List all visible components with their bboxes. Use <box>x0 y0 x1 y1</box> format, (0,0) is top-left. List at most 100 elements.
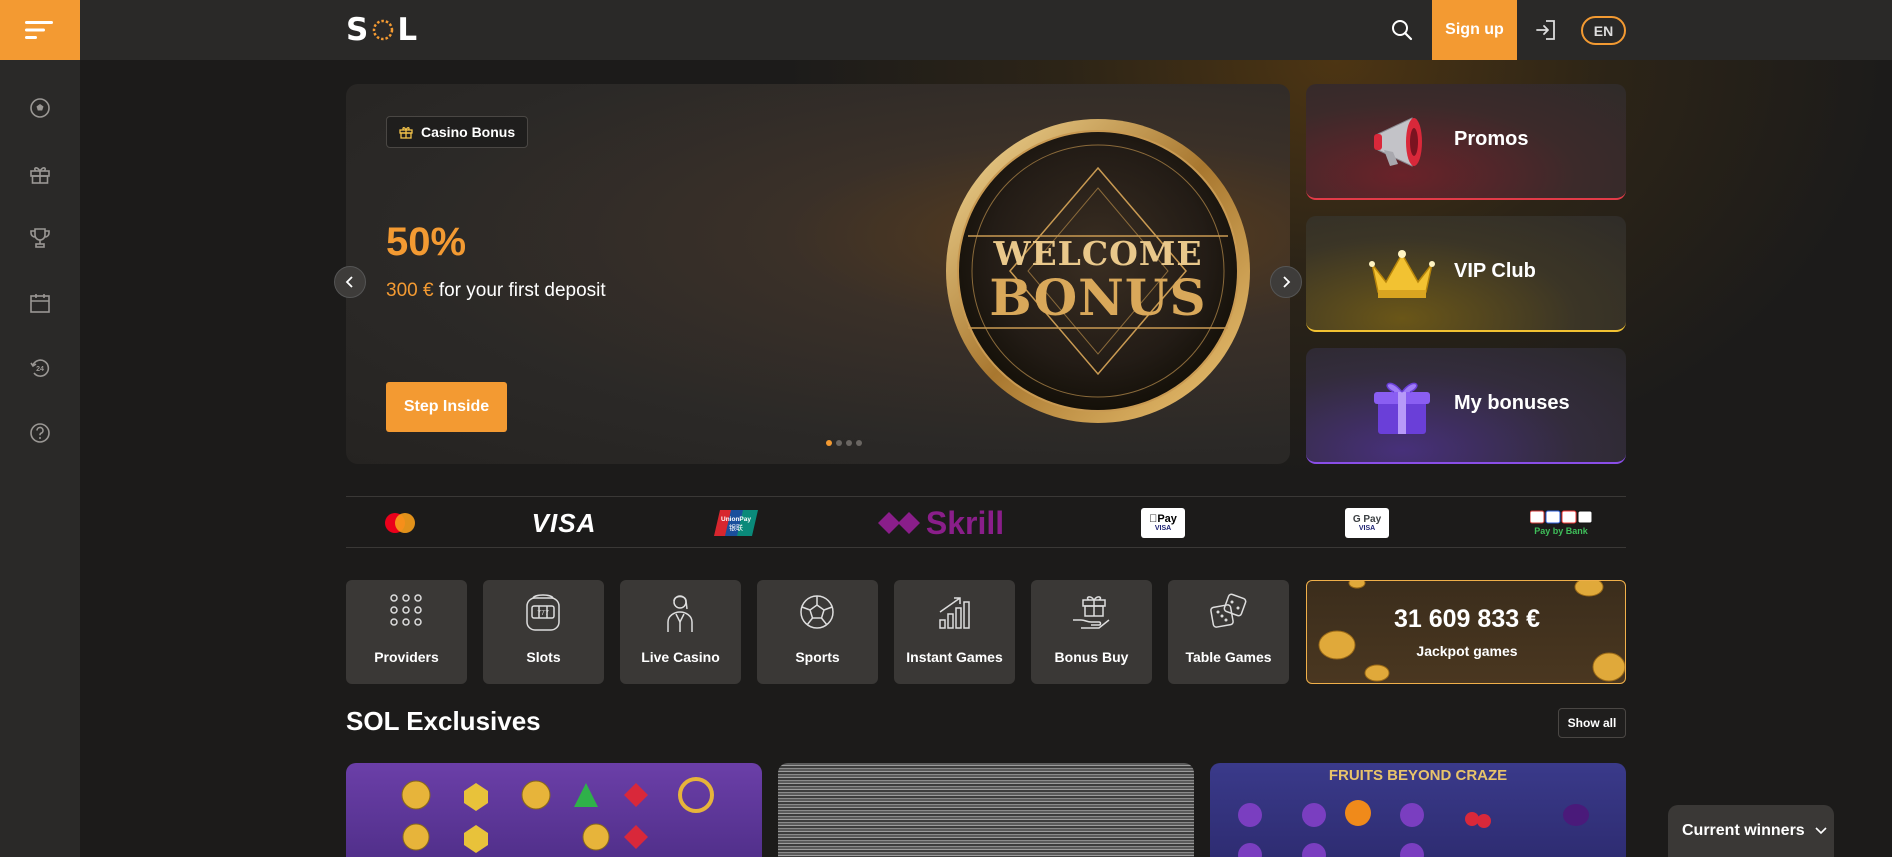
category-label: Table Games <box>1185 649 1272 665</box>
carousel-dot-4[interactable] <box>856 440 862 446</box>
hamburger-icon <box>25 21 53 39</box>
jackpot-games-tile[interactable]: 31 609 833 € Jackpot games <box>1306 580 1626 684</box>
signup-button[interactable]: Sign up <box>1432 0 1517 60</box>
chevron-right-icon <box>1283 276 1291 288</box>
rail-help[interactable] <box>24 417 56 449</box>
skrill-diamond-icon <box>877 512 920 534</box>
rail-tournaments[interactable] <box>24 222 56 254</box>
apple-pay-visa-text: VISA <box>1154 525 1172 532</box>
game-title: FRUITS BEYOND CRAZE <box>1328 767 1508 784</box>
carousel-prev-button[interactable] <box>334 266 366 298</box>
coin-line-bonus: BONUS <box>989 268 1207 327</box>
game-card[interactable] <box>778 763 1194 857</box>
promos-tile[interactable]: Promos <box>1306 84 1626 200</box>
trophy-icon <box>30 228 50 248</box>
grid-dots-icon <box>390 594 422 626</box>
bank-brands-icon <box>1530 510 1592 524</box>
svg-text:777: 777 <box>537 610 549 617</box>
google-pay-logo: G Pay VISA <box>1344 505 1390 541</box>
gift-hand-icon <box>1073 596 1110 629</box>
unionpay-top-text: UnionPay <box>721 516 751 523</box>
google-pay-visa-text: VISA <box>1358 524 1376 532</box>
category-label: Live Casino <box>641 649 720 665</box>
category-instant-games[interactable]: Instant Games <box>894 580 1015 684</box>
casino-bonus-tag: Casino Bonus <box>386 116 529 148</box>
calendar-icon <box>30 294 50 313</box>
apple-pay-logo: Pay VISA <box>1140 505 1186 541</box>
game-card[interactable]: FRUITS BEYOND CRAZE <box>1210 763 1626 857</box>
soccer-ball-icon <box>800 595 834 629</box>
bar-chart-icon <box>939 597 970 629</box>
category-table-games[interactable]: Table Games <box>1168 580 1289 684</box>
pay-by-bank-text: Pay by Bank <box>1534 526 1588 536</box>
hero-banner[interactable]: Casino Bonus 50% 300 € for your first de… <box>346 84 1290 464</box>
skrill-logo: Skrill <box>876 505 1006 541</box>
gem-slot-artwork <box>401 777 714 853</box>
carousel-next-button[interactable] <box>1270 266 1302 298</box>
left-rail: 24 <box>0 60 80 857</box>
jackpot-label: Jackpot games <box>1416 643 1518 659</box>
category-slots[interactable]: 777 Slots <box>483 580 604 684</box>
dice-icon <box>1210 593 1247 628</box>
unionpay-logo: UnionPay 银联 <box>714 505 758 541</box>
rail-calendar[interactable] <box>24 287 56 319</box>
category-label: Instant Games <box>906 649 1003 665</box>
google-pay-text: G Pay <box>1352 513 1382 525</box>
rail-sports[interactable] <box>24 92 56 124</box>
vip-club-tile[interactable]: VIP Club <box>1306 216 1626 332</box>
jackpot-amount: 31 609 833 € <box>1394 605 1540 633</box>
help-icon <box>30 423 50 443</box>
gift-box-icon <box>1374 382 1430 434</box>
current-winners-label: Current winners <box>1682 822 1805 839</box>
category-label: Sports <box>795 649 840 665</box>
category-providers[interactable]: Providers <box>346 580 467 684</box>
menu-button[interactable] <box>0 0 80 60</box>
category-label: Bonus Buy <box>1054 649 1129 665</box>
category-live-casino[interactable]: Live Casino <box>620 580 741 684</box>
casino-bonus-label: Casino Bonus <box>421 124 516 140</box>
rail-bonuses[interactable] <box>24 158 56 190</box>
top-bar: S L Sign up EN <box>0 0 1892 60</box>
carousel-dot-1[interactable] <box>826 440 832 446</box>
category-label: Providers <box>374 649 439 665</box>
show-all-button[interactable]: Show all <box>1558 708 1626 738</box>
section-title: SOL Exclusives <box>346 706 541 736</box>
game-card[interactable] <box>346 763 762 857</box>
my-bonuses-label: My bonuses <box>1454 392 1570 414</box>
step-inside-button[interactable]: Step Inside <box>386 382 507 432</box>
bonus-subtitle-text: for your first deposit <box>433 280 606 301</box>
megaphone-icon <box>1374 117 1422 167</box>
bonus-subtitle: 300 € for your first deposit <box>386 280 606 302</box>
dealer-icon <box>667 595 693 632</box>
support-24-icon: 24 <box>30 359 50 377</box>
svg-text:24: 24 <box>36 366 44 373</box>
current-winners-toggle[interactable]: Current winners <box>1668 805 1834 857</box>
site-logo[interactable]: S L <box>346 12 418 48</box>
language-selector[interactable]: EN <box>1581 16 1626 45</box>
promos-label: Promos <box>1454 128 1529 150</box>
carousel-dot-3[interactable] <box>846 440 852 446</box>
login-icon <box>1536 20 1555 40</box>
soccer-ball-icon <box>30 98 50 118</box>
category-sports[interactable]: Sports <box>757 580 878 684</box>
sun-logo-icon <box>373 19 394 41</box>
logo-letter-l: L <box>397 12 419 48</box>
search-icon <box>1392 20 1413 41</box>
category-label: Slots <box>526 649 561 665</box>
logo-letter-s: S <box>346 12 370 48</box>
pay-by-bank-logo: Pay by Bank <box>1528 505 1594 541</box>
carousel-dot-2[interactable] <box>836 440 842 446</box>
search-button[interactable] <box>1386 14 1418 46</box>
carousel-dots <box>826 440 862 446</box>
rail-support[interactable]: 24 <box>24 352 56 384</box>
crown-icon <box>1369 250 1435 298</box>
chevron-down-icon <box>1815 827 1827 835</box>
login-button[interactable] <box>1530 14 1562 46</box>
my-bonuses-tile[interactable]: My bonuses <box>1306 348 1626 464</box>
mastercard-icon <box>385 513 415 533</box>
vip-club-label: VIP Club <box>1454 260 1536 282</box>
bonus-amount: 300 € <box>386 280 434 301</box>
category-bonus-buy[interactable]: Bonus Buy <box>1031 580 1152 684</box>
gift-icon <box>399 127 413 139</box>
visa-logo: VISA <box>531 507 597 538</box>
